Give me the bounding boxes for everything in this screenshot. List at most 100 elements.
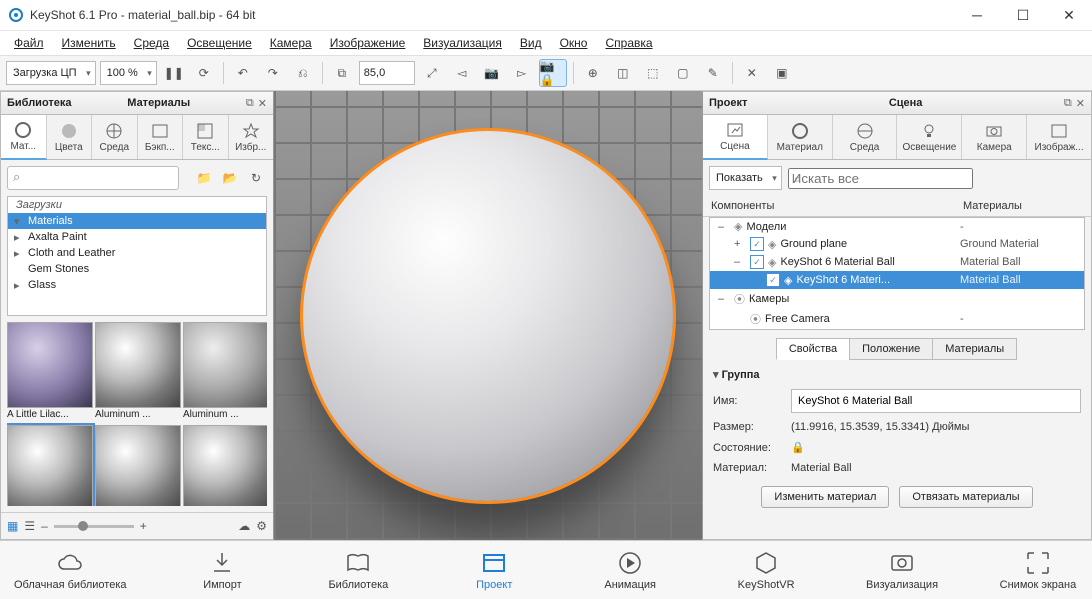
tree-row[interactable]: ✓◈KeyShot 6 Materi...Material Ball: [710, 271, 1084, 289]
zoom-extents-button[interactable]: ⤢: [419, 60, 445, 86]
subtab-position[interactable]: Положение: [849, 338, 933, 360]
prop-name-input[interactable]: [791, 389, 1081, 413]
group-section[interactable]: Группа: [703, 364, 1091, 385]
tab-camera[interactable]: Камера: [962, 115, 1027, 159]
zoom-in-icon[interactable]: +: [140, 519, 147, 533]
menu-view[interactable]: Вид: [512, 34, 550, 52]
nav-prev-button[interactable]: ◅: [449, 60, 475, 86]
folder-icon[interactable]: 📂: [219, 167, 241, 189]
folder-item[interactable]: ▸Glass: [8, 277, 266, 293]
tab-colors[interactable]: Цвета: [47, 115, 93, 159]
tab-environments[interactable]: Среда: [92, 115, 138, 159]
thumb-item[interactable]: Aluminum ...: [95, 425, 179, 506]
show-filter[interactable]: Показать: [709, 166, 782, 190]
tree-row[interactable]: +✓◈Ground planeGround Material: [710, 235, 1084, 253]
menu-image[interactable]: Изображение: [322, 34, 414, 52]
panel-close-icon[interactable]: ✕: [258, 97, 267, 110]
cloud-icon[interactable]: ☁: [238, 519, 250, 533]
menu-lighting[interactable]: Освещение: [179, 34, 260, 52]
material-folder-list[interactable]: Загрузки ▾Materials ▸Axalta Paint ▸Cloth…: [7, 196, 267, 316]
tree-row[interactable]: –✓◈KeyShot 6 Material BallMaterial Ball: [710, 253, 1084, 271]
folder-item[interactable]: ▸Cloth and Leather: [8, 245, 266, 261]
tree-row[interactable]: –◈Модели-: [710, 218, 1084, 235]
tab-env[interactable]: Среда: [833, 115, 898, 159]
list-view-icon[interactable]: ☰: [24, 519, 35, 533]
panel-close-icon[interactable]: ✕: [1076, 97, 1085, 110]
thumb-item[interactable]: Aluminum ...: [183, 322, 267, 421]
folder-item[interactable]: ▾Materials: [8, 213, 266, 229]
close-button[interactable]: ✕: [1046, 0, 1092, 30]
tree-row[interactable]: ⦿Free Camera-: [710, 309, 1084, 329]
tab-backplates[interactable]: Бэкп...: [138, 115, 184, 159]
bb-render[interactable]: Визуализация: [862, 549, 942, 591]
camera-lock-button[interactable]: 📷🔒: [539, 59, 567, 87]
menu-render[interactable]: Визуализация: [415, 34, 510, 52]
scene-search-input[interactable]: [788, 168, 973, 189]
undo-button[interactable]: ↶: [230, 60, 256, 86]
bb-cloud[interactable]: Облачная библиотека: [14, 549, 127, 591]
folder-item[interactable]: Gem Stones: [8, 261, 266, 277]
tree-row[interactable]: –⦿Камеры: [710, 289, 1084, 309]
bb-vr[interactable]: KeyShotVR: [726, 549, 806, 591]
camera-button[interactable]: 📷: [479, 60, 505, 86]
folder-item[interactable]: ▸Axalta Paint: [8, 229, 266, 245]
script-button[interactable]: ▣: [769, 60, 795, 86]
thumb-item[interactable]: Aluminum ...: [183, 425, 267, 506]
thumb-size-slider[interactable]: [54, 525, 134, 528]
tab-image[interactable]: Изображ...: [1027, 115, 1091, 159]
link-button[interactable]: ✕: [739, 60, 765, 86]
viewport[interactable]: [274, 91, 702, 540]
add-button[interactable]: ⊕: [580, 60, 606, 86]
menu-help[interactable]: Справка: [597, 34, 660, 52]
framesize-field[interactable]: 85,0: [359, 61, 415, 85]
bb-library[interactable]: Библиотека: [318, 549, 398, 591]
bb-screenshot[interactable]: Снимок экрана: [998, 549, 1078, 591]
menu-camera[interactable]: Камера: [262, 34, 320, 52]
menu-file[interactable]: Файл: [6, 34, 52, 52]
material-ball[interactable]: [303, 131, 673, 501]
tab-lighting[interactable]: Освещение: [897, 115, 962, 159]
maximize-button[interactable]: ☐: [1000, 0, 1046, 30]
cpu-value[interactable]: 100 %: [100, 61, 157, 85]
minimize-button[interactable]: ─: [954, 0, 1000, 30]
zoom-out-icon[interactable]: –: [41, 519, 48, 533]
tab-scene[interactable]: Сцена: [703, 115, 768, 160]
cube-button[interactable]: ⬚: [640, 60, 666, 86]
folder-refresh-icon[interactable]: ↻: [245, 167, 267, 189]
tab-textures[interactable]: Текс...: [183, 115, 229, 159]
thumb-item[interactable]: A Little Lilac...: [7, 322, 91, 421]
menu-edit[interactable]: Изменить: [54, 34, 124, 52]
geom-button[interactable]: ◫: [610, 60, 636, 86]
grid-view-icon[interactable]: ▦: [7, 519, 18, 533]
dock-icon[interactable]: ⧉: [246, 97, 254, 110]
frame-icon[interactable]: ⧉: [329, 60, 355, 86]
edit-material-button[interactable]: Изменить материал: [761, 486, 889, 508]
prop-state-value[interactable]: 🔒: [791, 441, 1081, 454]
unlink-materials-button[interactable]: Отвязать материалы: [899, 486, 1032, 508]
thumb-item[interactable]: Aluminum ...: [7, 425, 91, 506]
dock-icon[interactable]: ⧉: [1064, 97, 1072, 110]
redo-button[interactable]: ↷: [260, 60, 286, 86]
menu-window[interactable]: Окно: [552, 34, 596, 52]
bb-project[interactable]: Проект: [454, 549, 534, 591]
scene-tree[interactable]: –◈Модели-+✓◈Ground planeGround Material–…: [709, 217, 1085, 330]
settings-icon[interactable]: ⚙: [256, 519, 267, 533]
library-search-input[interactable]: [7, 166, 179, 190]
cpu-label[interactable]: Загрузка ЦП: [6, 61, 96, 85]
tab-materials[interactable]: Мат...: [1, 115, 47, 160]
edit-button[interactable]: ✎: [700, 60, 726, 86]
tab-material[interactable]: Материал: [768, 115, 833, 159]
refresh-button[interactable]: ⟳: [191, 60, 217, 86]
history-button[interactable]: ⎌: [290, 60, 316, 86]
thumb-item[interactable]: Aluminum ...: [95, 322, 179, 421]
subtab-properties[interactable]: Свойства: [776, 338, 850, 360]
bb-animation[interactable]: Анимация: [590, 549, 670, 591]
bb-import[interactable]: Импорт: [182, 549, 262, 591]
box-button[interactable]: ▢: [670, 60, 696, 86]
pause-button[interactable]: ❚❚: [161, 60, 187, 86]
folder-add-icon[interactable]: 📁: [193, 167, 215, 189]
subtab-materials[interactable]: Материалы: [932, 338, 1017, 360]
nav-next-button[interactable]: ▻: [509, 60, 535, 86]
tab-favorites[interactable]: Избр...: [229, 115, 274, 159]
menu-env[interactable]: Среда: [126, 34, 177, 52]
